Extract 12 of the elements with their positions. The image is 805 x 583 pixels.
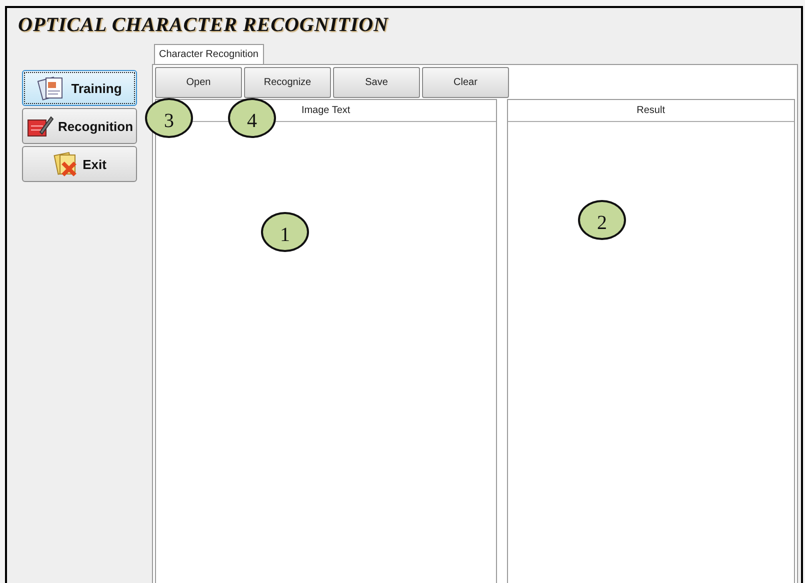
sidebar-button[interactable]: Training xyxy=(22,70,137,106)
exit-icon xyxy=(52,151,79,177)
toolbar-button[interactable]: Clear xyxy=(422,67,509,98)
pencil-document-icon xyxy=(26,114,54,138)
tab[interactable]: Character Recognition xyxy=(154,44,264,64)
panel-header: Result xyxy=(508,100,794,122)
sidebar-button[interactable]: Recognition xyxy=(22,108,137,144)
toolbar-button[interactable]: Recognize xyxy=(244,67,331,98)
toolbar-button[interactable]: Save xyxy=(333,67,420,98)
window-title: OPTICAL CHARACTER RECOGNITION xyxy=(17,13,390,38)
sidebar-button[interactable]: Exit xyxy=(22,146,137,182)
toolbar-button[interactable]: Open xyxy=(155,67,242,98)
